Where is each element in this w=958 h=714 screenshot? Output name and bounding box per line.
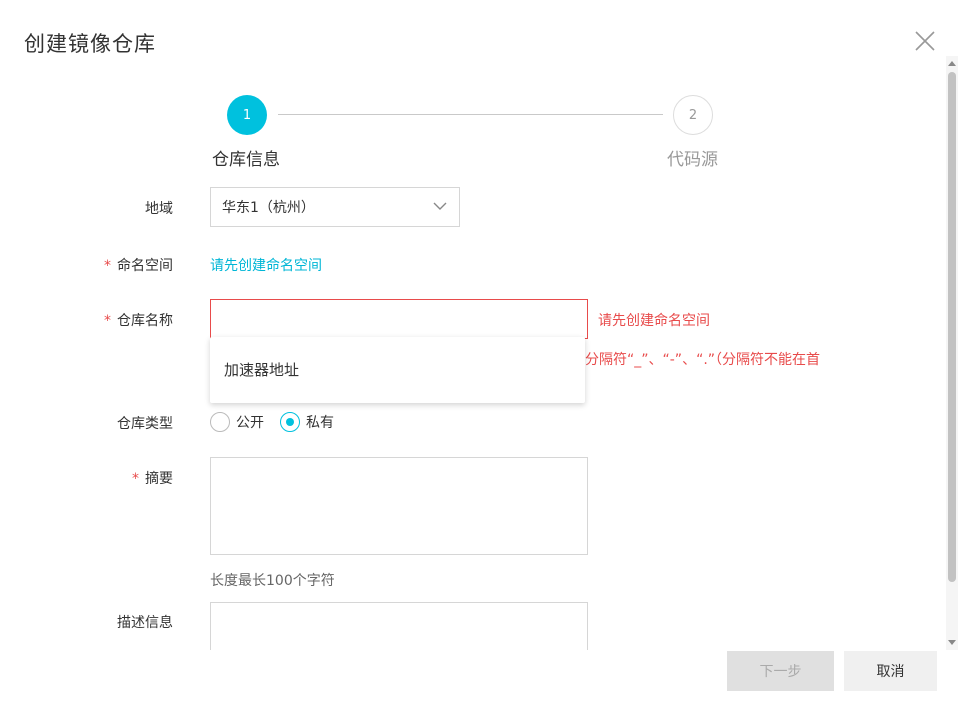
scrollbar-thumb[interactable] <box>948 72 956 582</box>
repo-type-radio-group: 公开 私有 <box>210 412 350 432</box>
create-namespace-link[interactable]: 请先创建命名空间 <box>210 255 322 275</box>
summary-label: * 摘要 <box>132 468 173 488</box>
repo-name-rule-text: 分隔符“_”、“-”、“.”（分隔符不能在首 <box>585 352 821 368</box>
radio-private-label: 私有 <box>306 415 334 431</box>
region-label: 地域 <box>145 201 173 217</box>
next-step-button[interactable]: 下一步 <box>727 651 834 691</box>
close-icon[interactable] <box>914 30 936 52</box>
namespace-label-text: 命名空间 <box>117 258 173 274</box>
radio-public[interactable]: 公开 <box>210 412 264 432</box>
region-select-value: 华东1（杭州） <box>222 200 315 216</box>
required-asterisk: * <box>132 471 139 487</box>
radio-private[interactable]: 私有 <box>280 412 334 432</box>
required-asterisk: * <box>104 313 111 329</box>
create-repo-dialog: 创建镜像仓库 1 2 仓库信息 代码源 地域 华东1（杭州） * 命名空间 请先创… <box>0 0 958 714</box>
step-1-indicator: 1 <box>227 95 267 135</box>
summary-label-text: 摘要 <box>145 471 173 487</box>
autocomplete-dropdown: 加速器地址 <box>210 337 585 403</box>
repo-name-label: * 仓库名称 <box>104 310 173 330</box>
namespace-label: * 命名空间 <box>104 255 173 275</box>
summary-textarea[interactable] <box>210 457 588 555</box>
radio-public-circle[interactable] <box>210 412 230 432</box>
required-asterisk: * <box>104 258 111 274</box>
region-select[interactable]: 华东1（杭州） <box>210 187 460 227</box>
scroll-down-arrow-icon[interactable] <box>946 634 958 650</box>
step-2-indicator: 2 <box>673 95 713 135</box>
cancel-button[interactable]: 取消 <box>844 651 937 691</box>
repo-name-error: 请先创建命名空间 <box>598 313 710 329</box>
summary-hint: 长度最长100个字符 <box>210 573 335 589</box>
chevron-down-icon <box>433 202 447 210</box>
radio-public-label: 公开 <box>236 415 264 431</box>
autocomplete-item[interactable]: 加速器地址 <box>224 359 299 380</box>
description-textarea[interactable] <box>210 602 588 652</box>
description-label: 描述信息 <box>117 615 173 631</box>
repo-type-label: 仓库类型 <box>117 416 173 432</box>
repo-name-label-text: 仓库名称 <box>117 313 173 329</box>
dialog-footer: 下一步 取消 <box>0 650 958 714</box>
repo-name-input[interactable] <box>210 299 588 339</box>
scroll-up-arrow-icon[interactable] <box>946 56 958 72</box>
dialog-title: 创建镜像仓库 <box>24 32 156 56</box>
scrollbar[interactable] <box>946 56 958 650</box>
step-2-label: 代码源 <box>667 150 718 170</box>
step-1-label: 仓库信息 <box>212 150 280 170</box>
radio-private-circle[interactable] <box>280 412 300 432</box>
step-connector-line <box>278 114 663 115</box>
